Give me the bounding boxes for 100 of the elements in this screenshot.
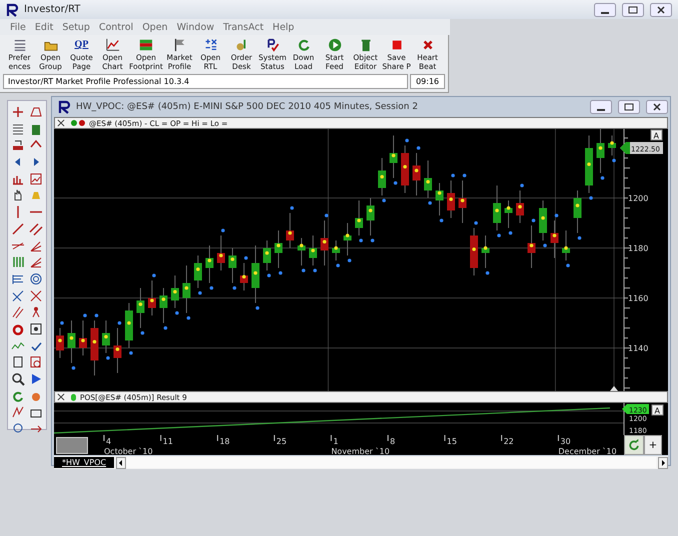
zoom-in-button[interactable]: + xyxy=(644,435,662,455)
menu-item[interactable]: Help xyxy=(272,22,294,32)
refresh-icon xyxy=(628,439,640,451)
candlestick xyxy=(596,129,604,174)
play-icon xyxy=(328,38,342,52)
menu-item[interactable]: TransAct xyxy=(223,22,264,32)
chart-window-title: HW_VPOC: @ES# (405m) E-MINI S&P 500 DEC 2010 405 Minutes, Session 2 xyxy=(76,102,418,112)
menu-item[interactable]: Window xyxy=(176,22,214,32)
candlestick xyxy=(56,328,64,358)
candlestick xyxy=(298,238,306,266)
menu-item[interactable]: Control xyxy=(98,22,134,32)
candlestick xyxy=(458,180,466,224)
checkmark-icon xyxy=(266,38,280,52)
slash-lines-icon[interactable] xyxy=(11,305,25,320)
line-chart-icon xyxy=(106,38,120,52)
month-label: October `10 xyxy=(104,447,153,455)
candlestick xyxy=(585,135,593,194)
maximize-icon[interactable] xyxy=(622,2,644,16)
list-icon[interactable] xyxy=(11,122,25,136)
list-icon xyxy=(12,38,26,52)
target-icon[interactable] xyxy=(29,322,43,336)
price-label: 1140 xyxy=(628,344,648,353)
date-label: 4 xyxy=(106,437,112,446)
fan-lines-icon[interactable] xyxy=(29,255,43,270)
maximize-icon[interactable] xyxy=(618,100,640,114)
cross-lines-icon[interactable] xyxy=(11,288,25,303)
scale-button[interactable]: A xyxy=(652,404,664,416)
scroll-thumb[interactable] xyxy=(56,436,88,454)
x-lines-icon[interactable] xyxy=(29,288,43,303)
stripes-icon[interactable] xyxy=(11,255,25,270)
candlestick xyxy=(182,265,190,314)
scroll-right-icon[interactable] xyxy=(658,456,668,468)
candlestick xyxy=(217,235,225,271)
date-label: 11 xyxy=(162,437,173,446)
date-label: 1 xyxy=(333,437,338,446)
menu-item[interactable]: Edit xyxy=(34,22,54,32)
candlestick xyxy=(528,225,536,268)
candlestick xyxy=(320,220,328,266)
chart-tab[interactable]: *HW_VPOC xyxy=(54,457,114,468)
tray-icon[interactable] xyxy=(11,138,25,152)
candlestick xyxy=(412,152,420,196)
candlestick xyxy=(574,190,582,234)
parallel-lines-icon[interactable] xyxy=(29,222,43,236)
candlestick xyxy=(424,160,432,198)
menu-item[interactable]: Open xyxy=(142,22,168,32)
candlestick xyxy=(562,230,570,261)
quote-icon: QP xyxy=(74,38,88,52)
candlestick xyxy=(194,255,202,288)
angle-icon[interactable] xyxy=(29,238,43,252)
month-label: December `10 xyxy=(558,447,617,455)
candlestick xyxy=(160,288,168,324)
candlestick xyxy=(504,200,512,228)
zoom-icon[interactable] xyxy=(11,372,25,386)
cross-icon xyxy=(420,38,434,52)
candlestick xyxy=(470,228,478,276)
small-chart-icon[interactable] xyxy=(11,405,25,420)
candlestick xyxy=(274,230,282,268)
flag-icon xyxy=(172,38,186,52)
date-label: 15 xyxy=(446,437,457,446)
candlestick xyxy=(228,248,236,284)
logo-icon xyxy=(58,100,72,114)
candlestick xyxy=(539,200,547,241)
menu-item[interactable]: Setup xyxy=(62,22,90,32)
menu-item[interactable]: File xyxy=(10,22,26,32)
diagonal-line-icon[interactable] xyxy=(11,222,25,236)
candlestick xyxy=(390,135,398,178)
minimize-icon[interactable] xyxy=(594,2,616,16)
candlestick xyxy=(550,220,558,258)
horizontal-scrollbar[interactable] xyxy=(126,457,656,468)
crosshair-icon[interactable] xyxy=(11,105,25,119)
candlestick xyxy=(493,185,501,231)
price-label: 1180 xyxy=(628,244,648,253)
chart-window-icon[interactable] xyxy=(29,172,43,186)
candlestick xyxy=(344,222,352,256)
candlestick xyxy=(401,145,409,194)
candlestick xyxy=(378,158,386,196)
close-icon[interactable] xyxy=(57,119,65,127)
app-title: Investor/RT xyxy=(24,4,80,15)
candlestick xyxy=(252,245,260,304)
math-signs-icon xyxy=(204,38,218,52)
minimize-icon[interactable] xyxy=(590,100,612,114)
scroll-left-icon[interactable] xyxy=(116,456,126,468)
scale-button[interactable]: A xyxy=(650,130,662,140)
close-icon[interactable] xyxy=(646,100,668,114)
page-icon[interactable] xyxy=(11,355,25,370)
candlestick xyxy=(286,212,294,248)
play-icon[interactable] xyxy=(29,372,43,386)
candlestick xyxy=(79,320,87,356)
status-text: Investor/RT Market Profile Professional 10.3.4 xyxy=(3,74,408,89)
month-label: November `10 xyxy=(331,447,390,455)
close-icon[interactable] xyxy=(650,2,672,16)
close-icon[interactable] xyxy=(57,393,65,401)
price-label: 1160 xyxy=(628,294,648,303)
candlestick xyxy=(263,240,271,271)
refresh-button[interactable] xyxy=(624,435,644,455)
candlestick xyxy=(366,198,374,236)
date-label: 22 xyxy=(504,437,514,446)
candlestick xyxy=(148,280,156,316)
clock-page-icon[interactable] xyxy=(29,355,43,370)
shape-icon[interactable] xyxy=(29,105,43,119)
